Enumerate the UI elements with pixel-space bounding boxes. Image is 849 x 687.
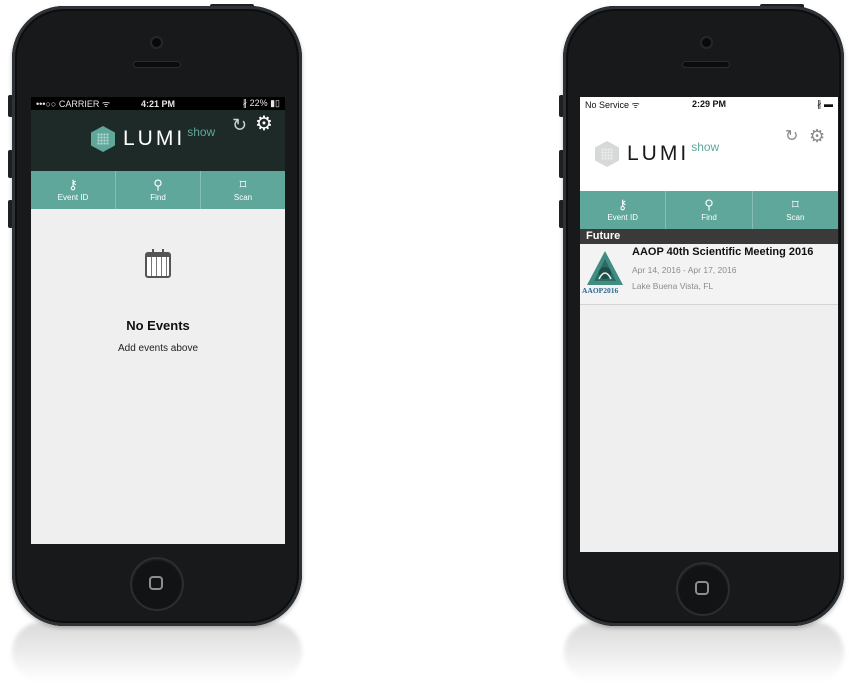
right-phone-reflection xyxy=(564,622,844,682)
nav-event-id-label: Event ID xyxy=(57,193,89,202)
nav-find-label: Find xyxy=(701,213,717,222)
left-home-button[interactable] xyxy=(132,559,182,609)
scan-icon: ⌑ xyxy=(791,197,799,212)
key-icon: ⚷ xyxy=(617,197,628,212)
nav-find[interactable]: ⚲ Find xyxy=(116,171,201,209)
left-time: 4:21 PM xyxy=(140,98,175,109)
calendar-icon xyxy=(145,249,171,278)
empty-title: No Events xyxy=(126,318,190,333)
key-icon: ⚷ xyxy=(68,177,78,192)
right-speaker xyxy=(683,62,729,67)
left-app-header: LUMI show ↻ ⚙ xyxy=(31,110,285,171)
scan-icon: ⌑ xyxy=(239,177,247,192)
left-phone: •••○○ CARRIER ᯤ 4:21 PM ∦ 22% ▮▯ LUMI sh… xyxy=(12,6,302,626)
empty-subtitle: Add events above xyxy=(117,343,199,354)
search-icon: ⚲ xyxy=(704,197,714,212)
event-location: Lake Buena Vista, FL xyxy=(632,281,714,291)
nav-scan-label: Scan xyxy=(233,193,253,202)
nav-event-id[interactable]: ⚷ Event ID xyxy=(31,171,116,209)
nav-scan[interactable]: ⌑ Scan xyxy=(201,171,285,209)
gear-icon[interactable]: ⚙ xyxy=(255,114,273,134)
refresh-icon[interactable]: ↻ xyxy=(785,128,798,146)
nav-event-id-label: Event ID xyxy=(607,213,638,222)
left-logo-hex-icon xyxy=(91,126,115,152)
right-nav-bar: ⚷ Event ID ⚲ Find ⌑ Scan xyxy=(580,191,838,229)
left-phone-reflection xyxy=(12,622,302,682)
refresh-icon[interactable]: ↻ xyxy=(232,116,247,134)
left-speaker xyxy=(134,62,180,67)
nav-scan-label: Scan xyxy=(786,213,805,222)
event-dates: Apr 14, 2016 - Apr 17, 2016 xyxy=(632,265,737,275)
left-nav-bar: ⚷ Event ID ⚲ Find ⌑ Scan xyxy=(31,171,285,209)
right-logo-word: LUMI xyxy=(627,142,690,165)
event-title: AAOP 40th Scientific Meeting 2016 xyxy=(632,246,814,258)
right-phone: No Service ᯤ 2:29 PM ∦ ▬ LUMI show ↻ ⚙ ⚷… xyxy=(563,6,844,626)
right-logo-sub: show xyxy=(691,140,720,154)
right-camera xyxy=(702,38,711,47)
left-camera xyxy=(152,38,161,47)
gear-icon[interactable]: ⚙ xyxy=(809,127,825,145)
left-logo-sub: show xyxy=(187,125,216,139)
left-screen: •••○○ CARRIER ᯤ 4:21 PM ∦ 22% ▮▯ LUMI sh… xyxy=(31,97,285,544)
right-time: 2:29 PM xyxy=(691,99,726,109)
left-logo: LUMI show xyxy=(91,125,216,152)
right-status-bar: No Service ᯤ 2:29 PM ∦ ▬ xyxy=(580,97,838,111)
nav-scan[interactable]: ⌑ Scan xyxy=(753,191,838,229)
left-status-bar: •••○○ CARRIER ᯤ 4:21 PM ∦ 22% ▮▯ xyxy=(31,97,285,110)
right-logo: LUMI show xyxy=(595,140,720,167)
nav-find-label: Find xyxy=(150,193,166,202)
aaop-logo: AAOP2016 xyxy=(582,249,627,299)
event-list-item[interactable]: AAOP2016 AAOP 40th Scientific Meeting 20… xyxy=(580,244,838,305)
right-screen: No Service ᯤ 2:29 PM ∦ ▬ LUMI show ↻ ⚙ ⚷… xyxy=(580,97,838,552)
aaop-logo-text: AAOP2016 xyxy=(582,286,619,295)
section-header-future: Future xyxy=(580,229,838,244)
right-app-header: LUMI show ↻ ⚙ xyxy=(580,111,838,191)
nav-find[interactable]: ⚲ Find xyxy=(666,191,753,229)
search-icon: ⚲ xyxy=(153,177,163,192)
left-logo-word: LUMI xyxy=(123,127,186,150)
nav-event-id[interactable]: ⚷ Event ID xyxy=(580,191,667,229)
empty-state: No Events Add events above xyxy=(31,249,285,354)
right-home-button[interactable] xyxy=(678,564,728,614)
right-logo-hex-icon xyxy=(595,141,619,167)
